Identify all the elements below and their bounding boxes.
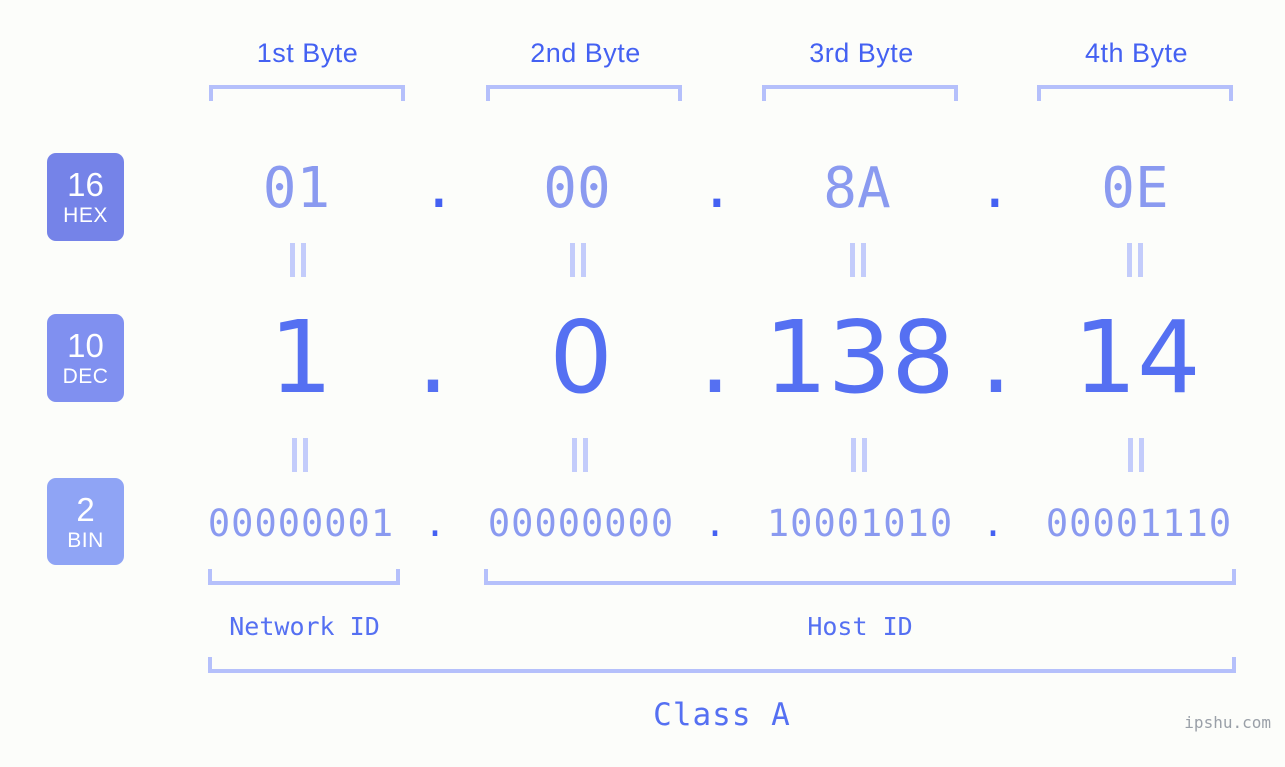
byte-header-3: 3rd Byte: [809, 38, 914, 68]
base-badge-dec-label: DEC: [62, 365, 109, 388]
dec-octet-1: 1: [269, 299, 333, 416]
byte-bracket-3: [762, 85, 958, 101]
equality-mark-hex-dec-4: [1123, 243, 1147, 277]
dec-octet-2: 0: [549, 299, 613, 416]
equality-mark-dec-bin-3: [847, 438, 871, 472]
dec-octet-4: 14: [1073, 299, 1201, 416]
base-badge-dec: 10 DEC: [47, 314, 124, 402]
equality-mark-dec-bin-4: [1124, 438, 1148, 472]
bin-octet-4: 00001110: [1045, 502, 1233, 545]
dec-separator-1: .: [417, 299, 449, 416]
bin-octet-1: 00000001: [207, 502, 395, 545]
base-badge-hex-number: 16: [67, 166, 104, 203]
hex-octet-4: 0E: [1101, 156, 1169, 221]
hex-octet-3: 8A: [823, 156, 891, 221]
equality-mark-hex-dec-2: [566, 243, 590, 277]
hex-separator-3: .: [978, 156, 1012, 221]
site-watermark: ipshu.com: [1184, 713, 1271, 732]
bin-separator-1: .: [423, 502, 447, 545]
equality-mark-hex-dec-3: [846, 243, 870, 277]
equality-mark-dec-bin-1: [288, 438, 312, 472]
byte-bracket-4: [1037, 85, 1233, 101]
byte-bracket-2: [486, 85, 682, 101]
dec-separator-2: .: [699, 299, 731, 416]
bin-octet-2: 00000000: [487, 502, 675, 545]
equality-mark-hex-dec-1: [286, 243, 310, 277]
class-label: Class A: [653, 697, 791, 733]
byte-header-1: 1st Byte: [256, 38, 359, 68]
class-bracket: [208, 657, 1236, 673]
bin-separator-3: .: [981, 502, 1005, 545]
dec-separator-3: .: [980, 299, 1012, 416]
bin-octet-3: 10001010: [766, 502, 954, 545]
bin-separator-2: .: [703, 502, 727, 545]
base-badge-dec-number: 10: [67, 327, 104, 364]
base-badge-hex-label: HEX: [63, 204, 108, 227]
host-id-label: Host ID: [807, 612, 913, 641]
dec-octet-3: 138: [764, 299, 955, 416]
equality-mark-dec-bin-2: [568, 438, 592, 472]
base-badge-bin-label: BIN: [67, 528, 104, 552]
network-id-bracket: [208, 569, 400, 585]
hex-separator-1: .: [422, 156, 456, 221]
base-badge-bin-number: 2: [76, 490, 95, 528]
hex-octet-2: 00: [543, 156, 611, 221]
host-id-bracket: [484, 569, 1236, 585]
ip-address-breakdown-diagram: 1st Byte 2nd Byte 3rd Byte 4th Byte 16 H…: [0, 0, 1285, 767]
base-badge-bin: 2 BIN: [47, 478, 124, 565]
base-badge-hex: 16 HEX: [47, 153, 124, 241]
hex-octet-1: 01: [262, 156, 331, 221]
network-id-label: Network ID: [229, 612, 380, 641]
byte-bracket-1: [209, 85, 405, 101]
byte-header-4: 4th Byte: [1084, 38, 1189, 68]
hex-separator-2: .: [700, 156, 734, 221]
byte-header-2: 2nd Byte: [530, 38, 641, 68]
